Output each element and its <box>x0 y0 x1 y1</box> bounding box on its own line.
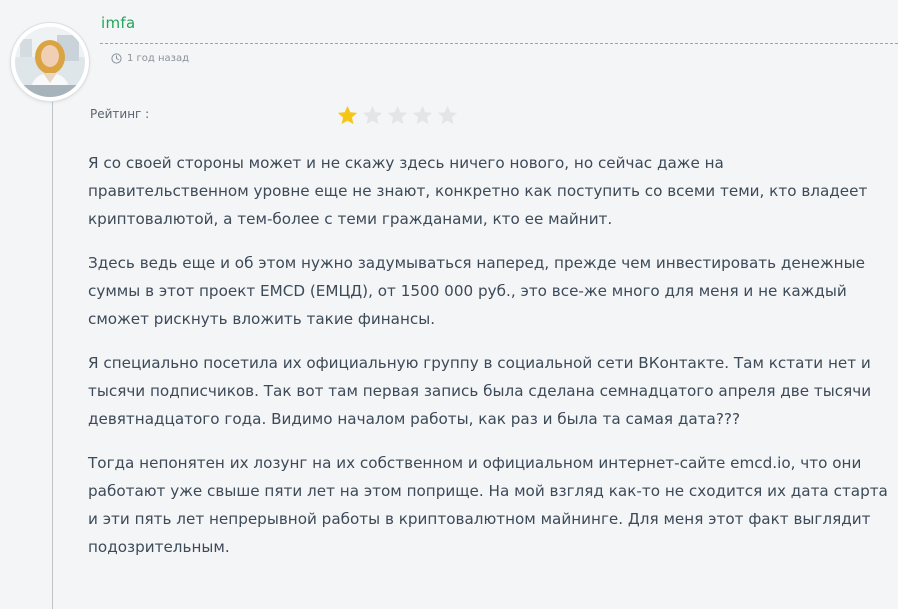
avatar[interactable] <box>10 22 90 102</box>
comment-paragraph: Я со своей стороны может и не скажу здес… <box>88 154 868 228</box>
star-empty-icon <box>437 105 458 125</box>
star-empty-icon <box>362 105 383 125</box>
comment-timestamp: 1 год назад <box>111 53 189 64</box>
time-ago: 1 год назад <box>127 53 190 64</box>
rating-stars <box>336 104 459 127</box>
rating-label: Рейтинг : <box>90 107 150 121</box>
star-empty-icon <box>387 105 408 125</box>
comment-paragraph: Я специально посетила их официальную гру… <box>88 354 872 428</box>
comment-body: Я со своей стороны может и не скажу здес… <box>88 149 888 577</box>
author-name[interactable]: imfa <box>101 14 135 32</box>
comment-paragraph: Тогда непонятен их лозунг на их собствен… <box>88 454 888 556</box>
thread-line <box>52 100 53 609</box>
avatar-image <box>15 27 85 97</box>
header-divider <box>100 43 898 44</box>
star-filled-icon <box>337 105 358 125</box>
comment-paragraph: Здесь ведь еще и об этом нужно задумыват… <box>88 254 865 328</box>
star-empty-icon <box>412 105 433 125</box>
clock-icon <box>111 53 122 64</box>
